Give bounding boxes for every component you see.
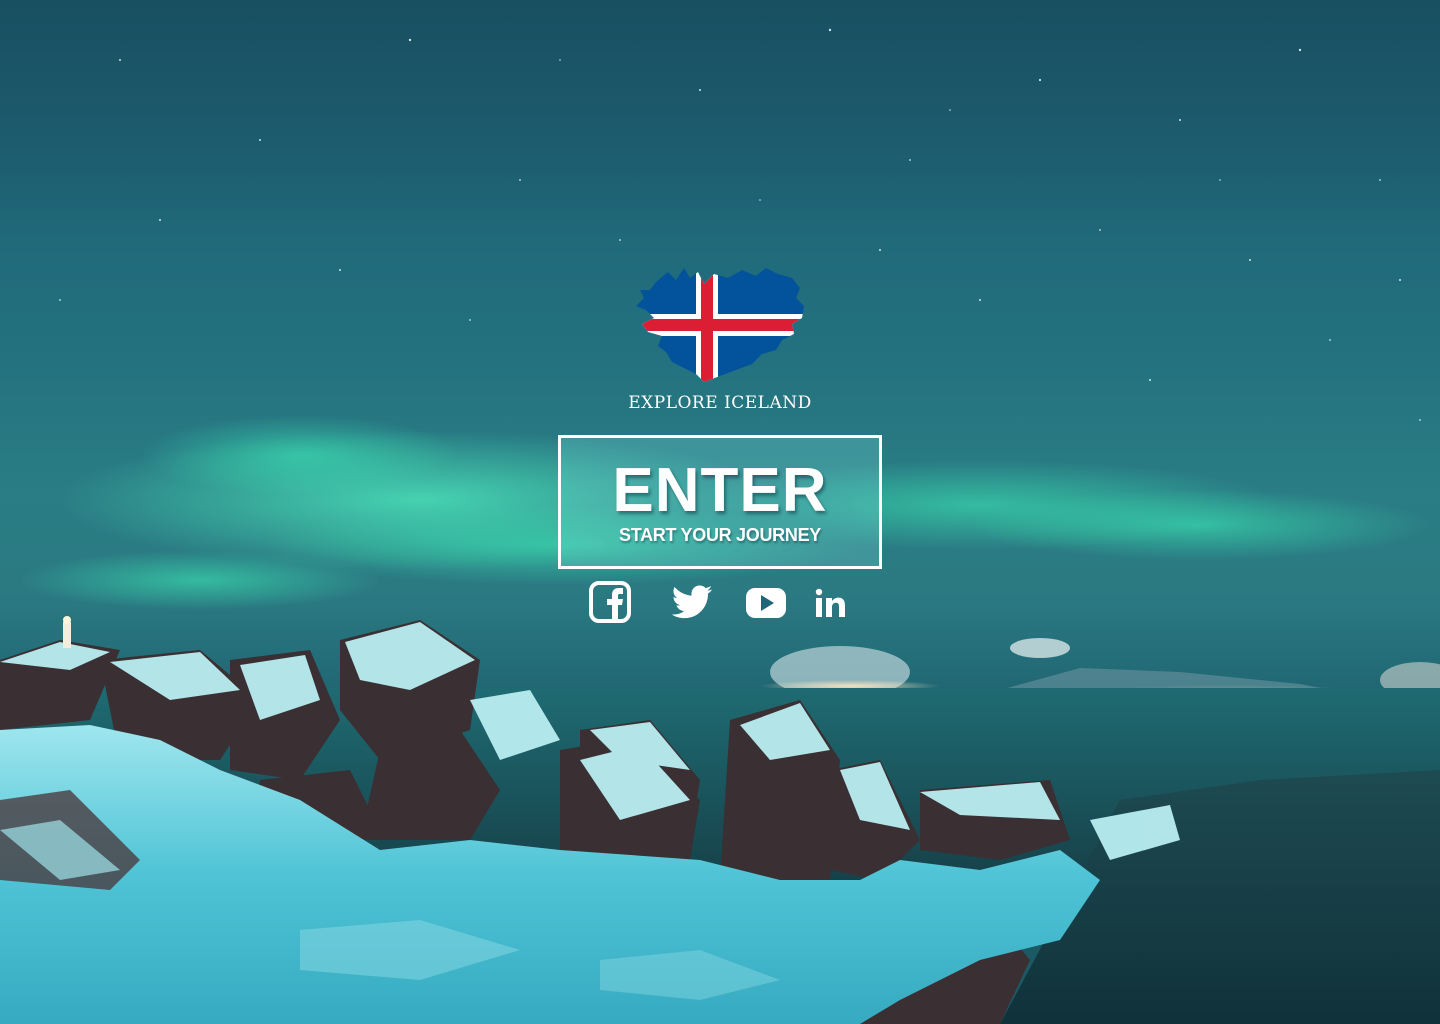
iceland-flag-map-icon	[636, 268, 804, 382]
enter-title: ENTER	[612, 456, 828, 525]
linkedin-link[interactable]	[812, 580, 852, 626]
landing-page: EXPLORE ICELAND ENTER START YOUR JOURNEY	[0, 0, 1440, 1024]
twitter-icon	[671, 585, 713, 619]
brand-name: EXPLORE ICELAND	[628, 393, 812, 413]
linkedin-icon	[815, 588, 845, 617]
facebook-link[interactable]	[588, 580, 632, 626]
enter-button[interactable]: ENTER START YOUR JOURNEY	[558, 435, 882, 569]
youtube-link[interactable]	[744, 580, 788, 626]
enter-subtitle: START YOUR JOURNEY	[619, 525, 821, 545]
explore-iceland-logo[interactable]: EXPLORE ICELAND	[620, 262, 820, 418]
twitter-link[interactable]	[670, 580, 714, 626]
youtube-icon	[746, 588, 786, 618]
facebook-icon	[589, 581, 631, 623]
